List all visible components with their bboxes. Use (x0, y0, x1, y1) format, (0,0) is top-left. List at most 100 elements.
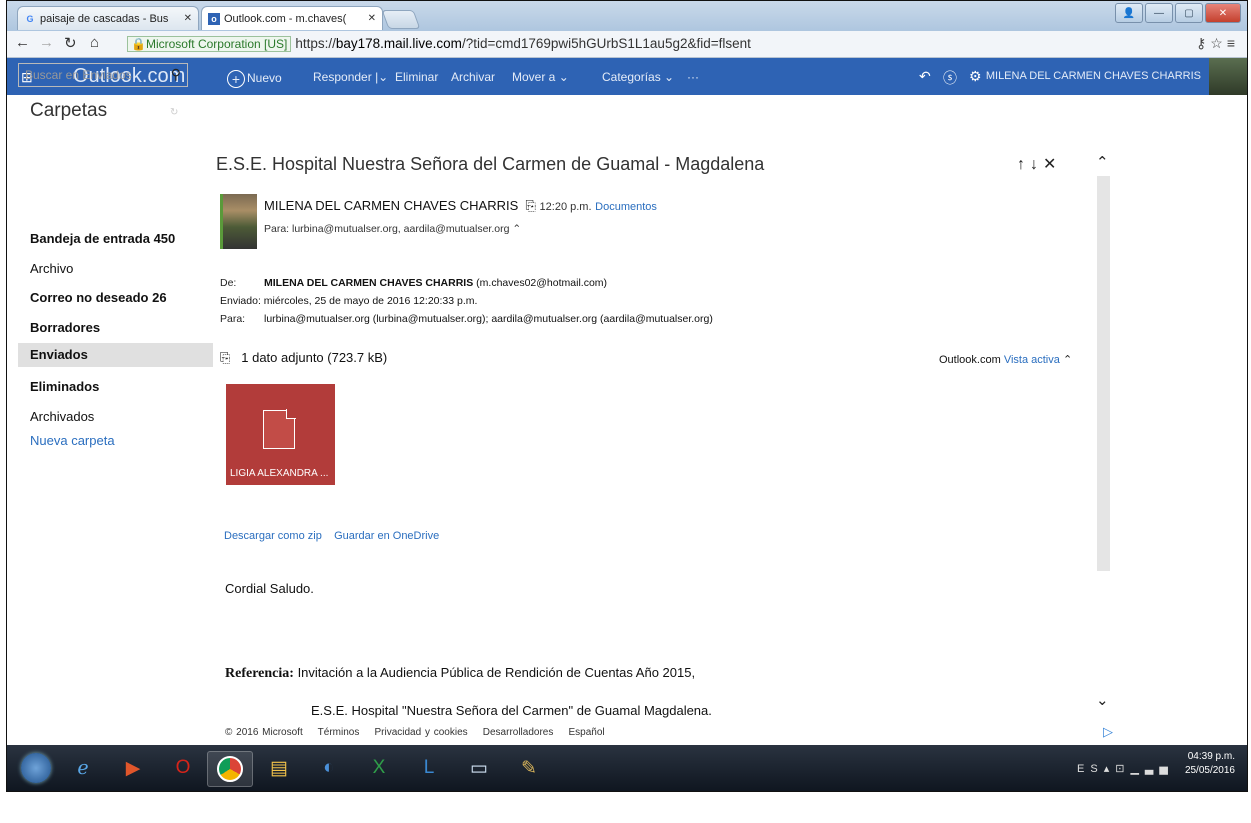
profile-icon[interactable]: 👤 (1115, 3, 1143, 23)
chrome-icon[interactable] (207, 751, 253, 787)
new-tab-button[interactable] (381, 10, 421, 29)
save-onedrive-link[interactable]: Guardar en OneDrive (334, 530, 439, 542)
move-to-button[interactable]: Mover a ⌄ (512, 70, 569, 84)
user-name[interactable]: MILENA DEL CARMEN CHAVES CHARRIS (986, 70, 1201, 82)
tab-label: paisaje de cascadas - Bus (40, 12, 169, 25)
key-icon[interactable]: ⚷ (1196, 35, 1210, 51)
scroll-up-icon[interactable]: ⌃ (1096, 153, 1109, 171)
file-explorer-icon[interactable]: ▤ (257, 751, 301, 785)
forward-icon[interactable]: → (39, 34, 54, 51)
excel-icon[interactable]: X (357, 751, 401, 785)
folder-count: 26 (152, 290, 167, 305)
viewer-toggle[interactable]: Outlook.com Vista activa ⌃ (939, 353, 1072, 366)
settings-gear-icon[interactable]: ⚙ (969, 68, 982, 85)
sidebar-item-archived[interactable]: Archivados (30, 409, 200, 424)
reload-icon[interactable]: ↻ (64, 34, 77, 52)
scroll-down-icon[interactable]: ⌄ (1096, 691, 1109, 709)
arrow-down-icon[interactable]: ↓ (1030, 156, 1043, 173)
browser-toolbar: ← → ↻ ⌂ 🔒Microsoft Corporation [US] http… (7, 31, 1247, 58)
category-tag[interactable]: Documentos (595, 201, 657, 213)
tab-outlook[interactable]: o Outlook.com - m.chaves( ✕ (201, 6, 383, 30)
privacy-link[interactable]: Privacidad y cookies (374, 727, 467, 738)
expand-icon[interactable]: ⌃ (512, 223, 521, 235)
sidebar-item-deleted[interactable]: Eliminados (30, 379, 200, 394)
from-row: De: MILENA DEL CARMEN CHAVES CHARRIS (m.c… (220, 277, 607, 289)
sent-label: Enviado: (220, 295, 261, 307)
search-icon[interactable]: ⚲ (171, 66, 181, 83)
folder-label: Archivo (30, 261, 74, 276)
user-avatar[interactable] (1209, 58, 1247, 95)
ad-choices-icon[interactable]: ▷ (1103, 724, 1113, 740)
close-icon[interactable]: ✕ (368, 13, 376, 24)
clock[interactable]: 04:39 p.m. 25/05/2016 (1185, 751, 1235, 776)
windows-taskbar: ℯ ▶ O ▤ ◐ X L ▭ ✎ ES▴⊡▁▃▅ 04:39 p.m. 25/… (7, 745, 1247, 791)
download-zip-link[interactable]: Descargar como zip (224, 530, 322, 542)
close-icon[interactable]: ✕ (184, 13, 192, 24)
folder-label: Eliminados (30, 379, 100, 394)
search-input[interactable]: Buscar en Enviados ⚲ (18, 63, 188, 87)
ev-certificate-badge[interactable]: 🔒Microsoft Corporation [US] (127, 35, 292, 52)
terms-link[interactable]: Términos (318, 727, 360, 738)
url-prefix: https:// (295, 36, 336, 51)
photo-viewer-icon[interactable]: ▭ (457, 751, 501, 785)
toolbar-right-icons: ⚷☆≡ (1196, 35, 1239, 52)
media-player-icon[interactable]: ▶ (111, 751, 155, 785)
more-commands-button[interactable]: ··· (687, 70, 699, 84)
back-icon[interactable]: ← (15, 34, 30, 51)
arrow-up-icon[interactable]: ↑ (1017, 156, 1030, 173)
sender-name[interactable]: MILENA DEL CARMEN CHAVES CHARRIS (264, 198, 518, 213)
refresh-icon[interactable]: ↻ (170, 107, 178, 118)
reference-line: Referencia: Invitación a la Audiencia Pú… (225, 665, 695, 682)
active-view-link[interactable]: Vista activa (1004, 354, 1060, 366)
lock-icon: 🔒 (131, 36, 146, 51)
sidebar-item-junk[interactable]: Correo no deseado 26 (30, 290, 200, 305)
folder-label: Correo no deseado (30, 290, 149, 305)
developers-link[interactable]: Desarrolladores (483, 727, 554, 738)
to-row: Para: lurbina@mutualser.org (lurbina@mutu… (220, 313, 713, 325)
categories-button[interactable]: Categorías ⌄ (602, 70, 674, 84)
tab-label: Outlook.com - m.chaves( (224, 12, 347, 25)
home-icon[interactable]: ⌂ (90, 34, 99, 51)
attachment-actions: Descargar como zip Guardar en OneDrive (224, 530, 439, 542)
attachment-tile[interactable]: LIGIA ALEXANDRA ... (226, 384, 335, 485)
language-indicator[interactable]: ES (1077, 763, 1104, 775)
maximize-button[interactable]: ▢ (1175, 3, 1203, 23)
sidebar-item-drafts[interactable]: Borradores (30, 320, 200, 335)
network-icon[interactable]: ⊡ (1115, 763, 1130, 775)
start-button[interactable] (21, 753, 51, 783)
sidebar-item-archive[interactable]: Archivo (30, 261, 200, 276)
copyright: © 2016 Microsoft (225, 727, 303, 738)
opera-icon[interactable]: O (161, 751, 205, 785)
scrollbar[interactable] (1097, 176, 1110, 571)
menu-icon[interactable]: ≡ (1227, 35, 1239, 51)
minimize-button[interactable]: — (1145, 3, 1173, 23)
reference-label: Referencia: (225, 666, 294, 681)
chevron-down-icon[interactable]: |⌄ (375, 70, 388, 84)
delete-button[interactable]: Eliminar (395, 70, 438, 84)
tab-google-search[interactable]: G paisaje de cascadas - Bus ✕ (17, 6, 199, 30)
plus-icon: + (227, 70, 245, 88)
archive-button[interactable]: Archivar (451, 70, 495, 84)
signal-icon[interactable]: ▁▃▅ (1130, 763, 1173, 775)
new-folder-link[interactable]: Nueva carpeta (30, 433, 200, 448)
tray-up-arrow-icon[interactable]: ▴ (1104, 763, 1116, 775)
sidebar-item-inbox[interactable]: Bandeja de entrada 450 (30, 231, 200, 246)
bookmark-star-icon[interactable]: ☆ (1210, 35, 1227, 51)
sidebar-item-sent[interactable]: Enviados (18, 343, 213, 367)
outlook-app-icon[interactable]: L (407, 751, 451, 785)
chevron-up-icon[interactable]: ⌃ (1063, 354, 1072, 366)
new-button[interactable]: + Nuevo (227, 70, 282, 88)
undo-icon[interactable]: ↶ (919, 68, 931, 85)
close-icon[interactable]: ✕ (1043, 156, 1061, 173)
address-bar[interactable]: 🔒Microsoft Corporation [US] https://bay1… (127, 34, 1187, 53)
language-link[interactable]: Español (568, 727, 604, 738)
close-window-button[interactable]: ✕ (1205, 3, 1241, 23)
internet-explorer-icon[interactable]: ℯ (61, 751, 105, 785)
skype-icon[interactable]: ⓢ (943, 68, 957, 88)
paint-icon[interactable]: ✎ (507, 751, 551, 785)
folder-count: 450 (153, 231, 176, 246)
pdf-document-icon (263, 409, 296, 449)
chevron-down-icon: ⌄ (558, 70, 569, 84)
chrome-canary-icon[interactable]: ◐ (307, 751, 351, 785)
reply-button[interactable]: Responder |⌄ (313, 70, 388, 84)
